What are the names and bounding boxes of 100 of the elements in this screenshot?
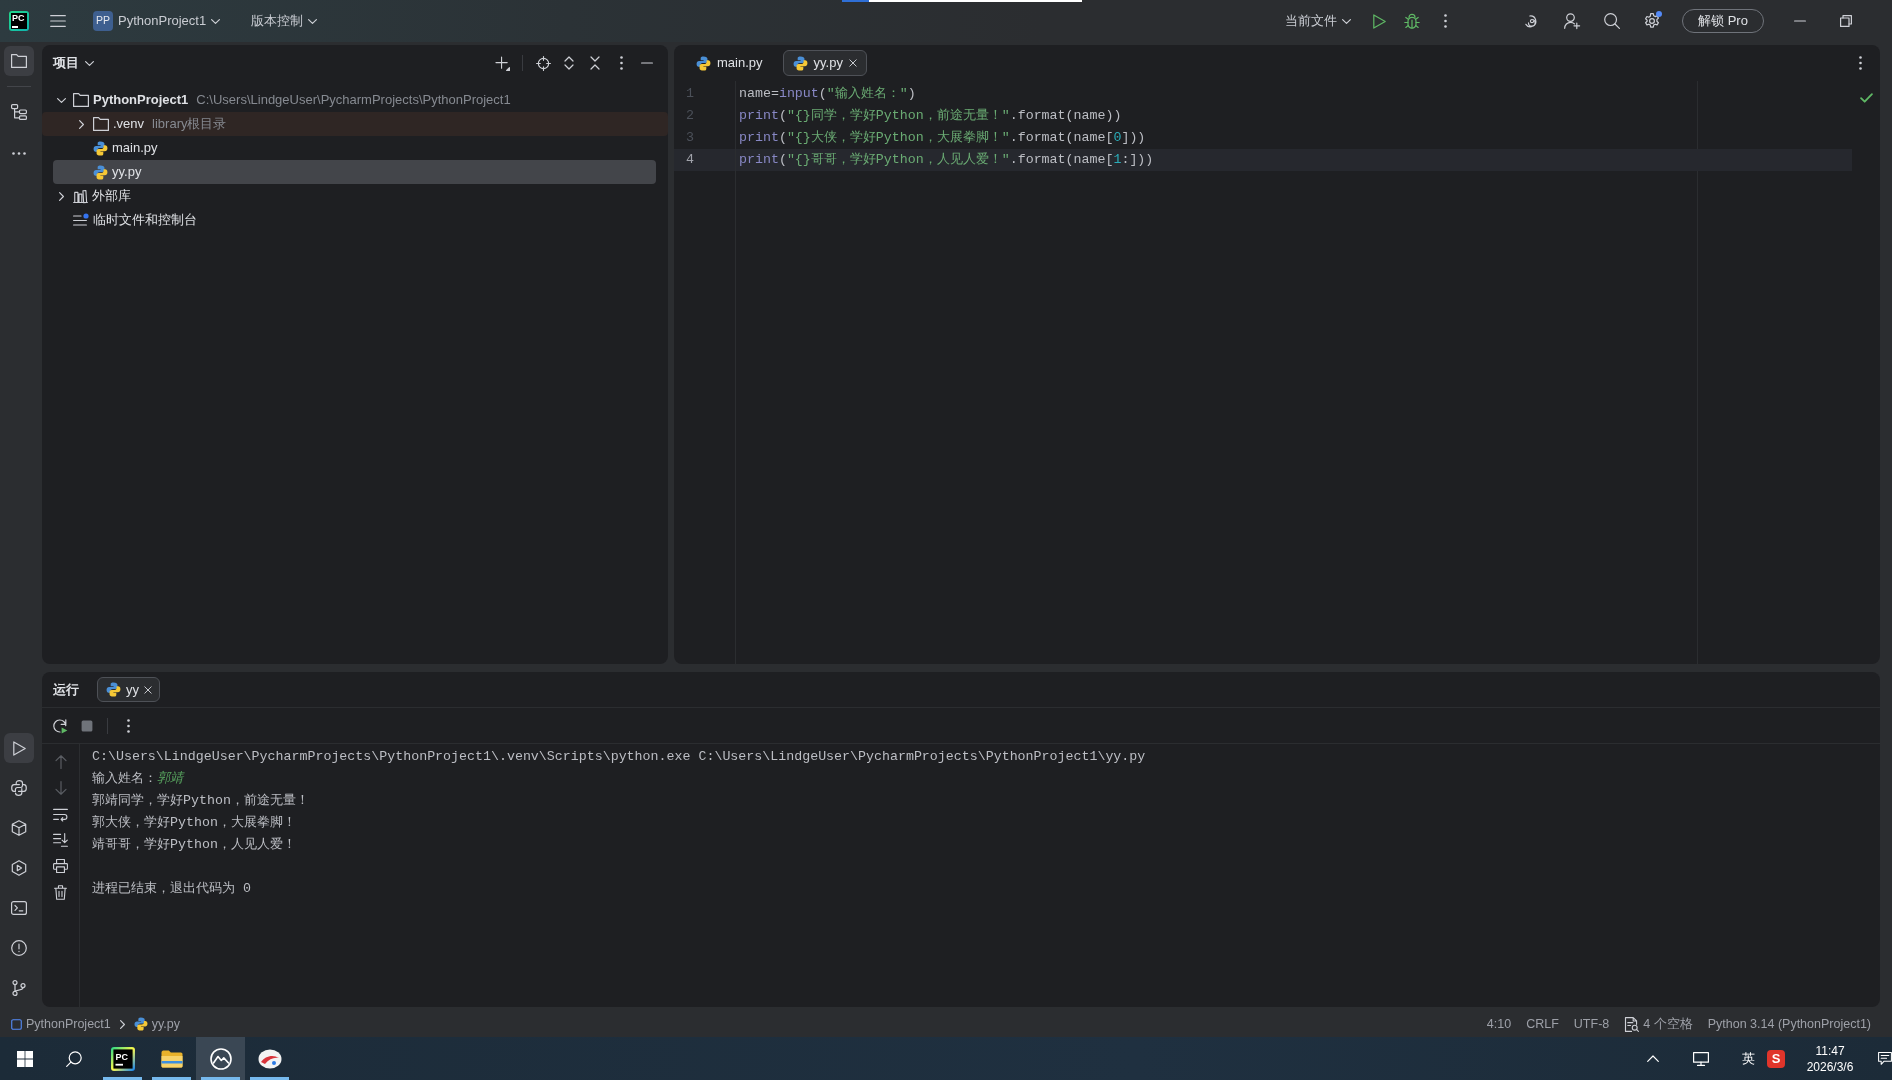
check-icon[interactable]: [1859, 93, 1873, 103]
code-line: print("{}大侠，学好Python，大展拳脚！".format(name[0])): [738, 129, 1147, 147]
chevron-right-icon: [119, 1019, 125, 1029]
search-icon[interactable]: [1604, 13, 1620, 29]
more-icon[interactable]: [1858, 56, 1862, 70]
settings-icon[interactable]: [1644, 13, 1660, 29]
input-method-icon[interactable]: S: [1767, 1049, 1785, 1068]
mountain-icon: [209, 1047, 232, 1070]
python-icon: [11, 780, 27, 796]
taskbar-button[interactable]: PC: [98, 1037, 147, 1080]
caret-up-icon[interactable]: [1647, 1055, 1659, 1062]
printer-icon[interactable]: [53, 859, 68, 873]
branch-icon: [12, 980, 26, 996]
editor-tab[interactable]: main.py: [686, 50, 773, 76]
add-user-icon[interactable]: [1564, 13, 1580, 29]
status-item[interactable]: Python 3.14 (PythonProject1): [1700, 1013, 1878, 1035]
more-icon[interactable]: [126, 718, 130, 733]
more-icon[interactable]: [1443, 14, 1447, 28]
exclamation-circle-icon: [11, 940, 27, 956]
more-icon: [12, 151, 26, 155]
python-file-icon: [106, 682, 121, 697]
taskbar-button[interactable]: [196, 1037, 245, 1080]
python-file-icon: [133, 1017, 148, 1031]
project-badge: PP: [93, 11, 113, 31]
breadcrumb-item[interactable]: yy.py: [130, 1014, 184, 1034]
structure-icon: [11, 104, 27, 120]
hexagon-play-icon: [11, 860, 27, 876]
vcs-menu[interactable]: 版本控制: [247, 7, 322, 35]
console-line: 输入姓名：郭靖: [92, 770, 186, 788]
list-dot-icon: [73, 213, 89, 227]
tree-item[interactable]: main.py: [53, 136, 656, 160]
tool-window-button[interactable]: [4, 46, 34, 76]
library-icon: [73, 189, 88, 203]
expand-icon[interactable]: [564, 56, 574, 70]
breadcrumb-item[interactable]: PythonProject1: [8, 1014, 114, 1034]
close-icon[interactable]: [848, 59, 857, 67]
tree-item[interactable]: .venv library根目录: [42, 112, 668, 136]
more-icon[interactable]: [619, 56, 623, 70]
caret-icon: [85, 60, 94, 66]
python-file-icon: [696, 55, 711, 71]
trash-icon[interactable]: [54, 884, 67, 900]
caret-icon: [1342, 18, 1351, 24]
monitor-icon[interactable]: [1693, 1051, 1709, 1066]
folder-icon: [11, 54, 27, 68]
input-language-indicator[interactable]: 英: [1736, 1043, 1760, 1074]
search-icon: [65, 1050, 82, 1067]
code-line: print("{}同学，学好Python，前途无量！".format(name)): [738, 107, 1123, 125]
restore-icon[interactable]: [1840, 15, 1852, 27]
status-item[interactable]: 4:10: [1479, 1013, 1519, 1035]
tree-item[interactable]: 临时文件和控制台: [53, 208, 656, 232]
terminal-icon: [11, 901, 27, 915]
speech-bubble-icon[interactable]: [1878, 1052, 1892, 1065]
folder-icon: [73, 93, 89, 107]
chevron-right-icon[interactable]: [58, 191, 64, 201]
run-config-selector[interactable]: 当前文件: [1281, 7, 1355, 35]
line-number: 4: [674, 149, 735, 171]
tool-window-button[interactable]: [4, 733, 34, 763]
python-file-icon: [792, 55, 808, 71]
caret-icon: [211, 18, 221, 24]
document-search-icon: [1624, 1016, 1640, 1032]
menu-icon[interactable]: [50, 15, 66, 27]
app-logo-icon[interactable]: PC: [9, 11, 29, 31]
code-line: name=input("输入姓名："): [738, 85, 917, 103]
chevron-right-icon[interactable]: [78, 119, 84, 129]
editor-tab[interactable]: yy.py: [782, 50, 867, 76]
start-icon: [16, 1050, 33, 1067]
rerun-icon[interactable]: [52, 717, 68, 734]
soft-wrap-icon[interactable]: [53, 807, 68, 821]
panel-title-menu[interactable]: 项目: [53, 49, 94, 77]
console-line: 靖哥哥，学好Python，人见人爱！: [92, 836, 297, 854]
tree-item[interactable]: 外部库: [53, 184, 656, 208]
collapse-icon[interactable]: [590, 56, 600, 70]
clock-button[interactable]: 11:47 2026/3/6: [1804, 1042, 1856, 1075]
run-icon: [12, 740, 26, 756]
run-tab[interactable]: yy: [97, 677, 160, 702]
tree-item[interactable]: yy.py: [53, 160, 656, 184]
cube-icon: [11, 820, 27, 836]
console-line: 郭靖同学，学好Python，前途无量！: [92, 792, 310, 810]
status-item[interactable]: UTF-8: [1566, 1013, 1617, 1035]
scroll-to-end-icon[interactable]: [53, 833, 68, 847]
folder-icon: [93, 117, 109, 131]
python-file-icon: [93, 164, 108, 180]
close-icon[interactable]: [144, 685, 152, 694]
run-icon[interactable]: [1372, 13, 1386, 29]
bug-icon[interactable]: [1404, 13, 1420, 29]
folder-icon: [160, 1049, 183, 1068]
crosshair-icon[interactable]: [535, 55, 551, 71]
app-icon: [257, 1048, 282, 1069]
chevron-down-icon[interactable]: [56, 97, 66, 103]
app-logo-icon: PC: [110, 1046, 135, 1071]
console-line: 郭大侠，学好Python，大展拳脚！: [92, 814, 297, 832]
console-line: 进程已结束，退出代码为 0: [92, 880, 252, 898]
console-line: C:\Users\LindgeUser\PycharmProjects\PythonProject1\.venv\Scripts\python.exe C:\Users\LindgeUser\PycharmProjects\PythonProject1\yy.py: [92, 748, 1146, 766]
plus-icon[interactable]: [494, 55, 510, 71]
project-selector[interactable]: PP PythonProject1: [89, 7, 225, 35]
panel-title: 运行: [53, 680, 79, 699]
status-item[interactable]: CRLF: [1519, 1013, 1566, 1035]
python-file-icon: [93, 140, 108, 156]
tree-item[interactable]: PythonProject1 C:\Users\LindgeUser\PycharmProjects\PythonProject1: [53, 88, 656, 112]
status-item[interactable]: 4 个空格: [1617, 1013, 1700, 1035]
